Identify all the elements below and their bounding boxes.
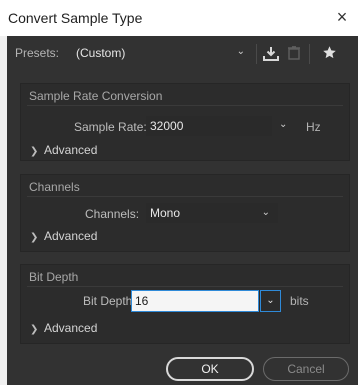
sample-rate-unit: Hz <box>306 120 321 134</box>
title-bar: Convert Sample Type × <box>0 0 358 36</box>
bit-depth-label: Bit Depth: <box>83 294 136 308</box>
sample-rate-label: Sample Rate: <box>74 120 147 134</box>
bit-depth-unit: bits <box>290 294 309 308</box>
channels-value: Mono <box>150 206 181 220</box>
section-divider <box>27 286 343 287</box>
cancel-button[interactable]: Cancel <box>263 357 349 381</box>
ok-button[interactable]: OK <box>166 357 254 381</box>
download-icon[interactable] <box>262 46 280 65</box>
chevron-down-icon[interactable]: ⌄ <box>279 119 287 130</box>
bit-depth-value: 16 <box>135 294 149 308</box>
sample-rate-value: 32000 <box>150 119 184 133</box>
advanced-label: Advanced <box>44 229 98 243</box>
chevron-down-icon: ⌄ <box>261 207 270 218</box>
presets-label: Presets: <box>15 46 60 60</box>
chevron-right-icon: ❯ <box>30 324 39 335</box>
bit-depth-input[interactable]: 16 <box>131 290 259 312</box>
bit-depth-panel: Bit Depth Bit Depth: 16 ⌄ bits ❯ Advanced <box>20 264 350 344</box>
sample-rate-section-title: Sample Rate Conversion <box>29 89 163 103</box>
window-title: Convert Sample Type <box>8 10 143 26</box>
sample-rate-dropdown[interactable]: 32000 <box>146 116 272 136</box>
advanced-label: Advanced <box>44 321 98 335</box>
channels-dropdown[interactable]: Mono ⌄ <box>146 203 278 223</box>
channels-panel: Channels Channels: Mono ⌄ ❯ Advanced <box>20 174 350 252</box>
section-divider <box>27 196 343 197</box>
advanced-label: Advanced <box>44 143 98 157</box>
bit-depth-advanced-toggle[interactable]: ❯ Advanced <box>30 321 97 335</box>
channels-advanced-toggle[interactable]: ❯ Advanced <box>30 229 97 243</box>
close-icon[interactable]: × <box>332 7 352 27</box>
channels-label: Channels: <box>85 207 140 221</box>
presets-row: Presets: (Custom) ⌄ <box>7 38 358 68</box>
chevron-right-icon: ❯ <box>30 232 39 243</box>
section-divider <box>27 105 343 106</box>
bit-depth-section-title: Bit Depth <box>29 270 79 284</box>
sample-rate-panel: Sample Rate Conversion Sample Rate: 3200… <box>20 83 350 161</box>
divider <box>309 44 310 64</box>
chevron-down-icon: ⌄ <box>266 295 275 306</box>
chevron-down-icon: ⌄ <box>236 46 245 57</box>
star-icon[interactable] <box>321 45 337 64</box>
divider <box>256 44 257 64</box>
sample-rate-advanced-toggle[interactable]: ❯ Advanced <box>30 143 97 157</box>
bit-depth-dropdown-button[interactable]: ⌄ <box>260 290 281 312</box>
channels-section-title: Channels <box>29 180 80 194</box>
presets-value: (Custom) <box>76 46 126 60</box>
chevron-right-icon: ❯ <box>30 146 39 157</box>
trash-icon[interactable] <box>287 46 301 64</box>
presets-dropdown[interactable]: (Custom) ⌄ <box>73 42 251 64</box>
dialog-body: Presets: (Custom) ⌄ Sample Rate Conversi… <box>7 36 358 385</box>
